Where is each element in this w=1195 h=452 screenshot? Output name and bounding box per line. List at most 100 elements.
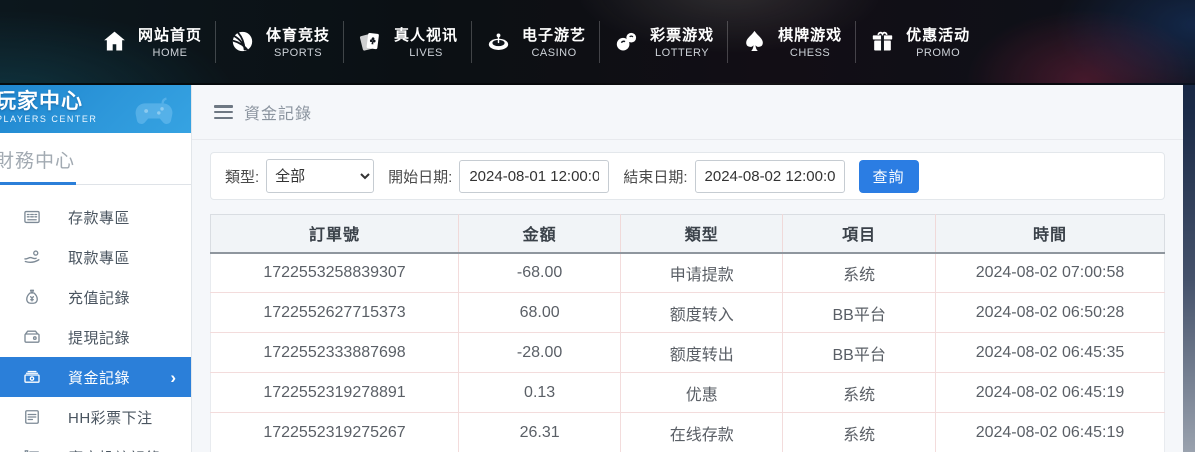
sidebar-item-label: 資金記錄	[68, 367, 130, 388]
table-cell: 优惠	[621, 373, 783, 413]
nav-item-text: 体育竞技SPORTS	[266, 24, 330, 59]
table-cell: 2024-08-02 06:45:19	[936, 373, 1165, 413]
gift-icon	[869, 28, 896, 55]
end-date-input[interactable]	[695, 160, 845, 193]
table-cell: 26.31	[459, 413, 621, 452]
table-cell: 1722552319275267	[211, 413, 459, 452]
chevron-right-icon: ›	[170, 369, 176, 386]
sidebar: 玩家中心 PLAYERS CENTER 財務中心 存款專區取款專區充值記錄提現記…	[0, 85, 192, 452]
column-header: 時間	[936, 215, 1165, 253]
sidebar-item-label: 存款專區	[68, 207, 130, 228]
nav-label-en: SPORTS	[266, 47, 330, 59]
nav-label-cn: 网站首页	[138, 24, 202, 45]
lottery-balls-icon	[613, 28, 640, 55]
withdraw-icon	[22, 247, 42, 267]
nav-item-sports[interactable]: 体育竞技SPORTS	[216, 24, 343, 59]
main-content: 資金記錄 類型: 全部 開始日期: 結束日期: 查詢 訂單號金額類型項目時間 1…	[192, 85, 1183, 452]
sidebar-item-cashout-record[interactable]: 提現記錄	[0, 317, 191, 357]
table-cell: 0.13	[459, 373, 621, 413]
column-header: 訂單號	[211, 215, 459, 253]
sidebar-item-recharge-record[interactable]: 充值記錄	[0, 277, 191, 317]
nav-label-en: CASINO	[522, 47, 586, 59]
table-cell: 在线存款	[621, 413, 783, 452]
column-header: 金額	[459, 215, 621, 253]
sidebar-item-label: 提現記錄	[68, 327, 130, 348]
nav-item-text: 彩票游戏 LOTTERY	[650, 24, 714, 59]
nav-label-cn: 电子游艺	[522, 24, 586, 45]
table-row: 1722553258839307-68.00申请提款系统2024-08-02 0…	[211, 253, 1165, 293]
menu-toggle-icon[interactable]	[214, 105, 233, 119]
nav-item-text: 棋牌游戏CHESS	[778, 24, 842, 59]
nav-item-text: 优惠活动 PROMO	[906, 24, 970, 59]
sidebar-item-deposit[interactable]: 存款專區	[0, 197, 191, 237]
sidebar-item-lottery-bet[interactable]: HH彩票下注	[0, 397, 191, 437]
nav-item-lives[interactable]: 真人视讯 LIVES	[344, 24, 471, 59]
nav-item-promo[interactable]: 优惠活动 PROMO	[856, 24, 983, 59]
start-date-label: 開始日期:	[388, 166, 452, 187]
sidebar-menu: 存款專區取款專區充值記錄提現記錄資金記錄 › HH彩票下注廳室投註記錄	[0, 197, 191, 452]
nav-label-cn: 真人视讯	[394, 24, 458, 45]
funds-record-table: 訂單號金額類型項目時間 1722553258839307-68.00申请提款系统…	[210, 214, 1165, 452]
nav-label-cn: 优惠活动	[906, 24, 970, 45]
column-header: 項目	[783, 215, 936, 253]
sidebar-item-label: HH彩票下注	[68, 407, 153, 428]
table-cell: 68.00	[459, 293, 621, 333]
table-cell: 1722553258839307	[211, 253, 459, 293]
table-cell: -28.00	[459, 333, 621, 373]
start-date-input[interactable]	[459, 160, 609, 193]
table-cell: 申请提款	[621, 253, 783, 293]
home-icon	[101, 28, 128, 55]
gamepad-icon	[131, 88, 177, 130]
table-cell: 1722552333887698	[211, 333, 459, 373]
nav-item-text: 网站首页 HOME	[138, 24, 202, 59]
nav-label-cn: 彩票游戏	[650, 24, 714, 45]
nav-label-en: HOME	[138, 47, 202, 59]
sidebar-item-label: 取款專區	[68, 247, 130, 268]
column-header: 類型	[621, 215, 783, 253]
page-body: 玩家中心 PLAYERS CENTER 財務中心 存款專區取款專區充值記錄提現記…	[0, 85, 1195, 452]
cashout-record-icon	[22, 327, 42, 347]
nav-label-en: PROMO	[906, 47, 970, 59]
table-cell: BB平台	[783, 293, 936, 333]
table-cell: 系统	[783, 373, 936, 413]
recharge-record-icon	[22, 287, 42, 307]
nav-item-text: 电子游艺 CASINO	[522, 24, 586, 59]
table-cell: BB平台	[783, 333, 936, 373]
table-cell: 系统	[783, 413, 936, 452]
sidebar-item-label: 廳室投註記錄	[68, 447, 161, 452]
table-cell: 2024-08-02 06:45:35	[936, 333, 1165, 373]
roulette-icon	[485, 28, 512, 55]
page-title: 資金記錄	[244, 100, 312, 124]
table-cell: 额度转出	[621, 333, 783, 373]
nav-item-chess[interactable]: 棋牌游戏CHESS	[728, 24, 855, 59]
table-row: 17225523192788910.13优惠系统2024-08-02 06:45…	[211, 373, 1165, 413]
table-row: 1722552333887698-28.00额度转出BB平台2024-08-02…	[211, 333, 1165, 373]
funds-record-icon	[22, 367, 42, 387]
sidebar-item-room-bet[interactable]: 廳室投註記錄	[0, 437, 191, 452]
players-center-header: 玩家中心 PLAYERS CENTER	[0, 85, 191, 133]
nav-label-en: LOTTERY	[650, 47, 714, 59]
room-bet-icon	[22, 447, 42, 452]
table-cell: 2024-08-02 06:50:28	[936, 293, 1165, 333]
nav-label-en: LIVES	[394, 47, 458, 59]
table-cell: 2024-08-02 06:45:19	[936, 413, 1165, 452]
finance-section-title: 財務中心	[0, 133, 191, 182]
section-divider	[0, 182, 191, 185]
type-label: 類型:	[225, 166, 259, 187]
nav-item-text: 真人视讯 LIVES	[394, 24, 458, 59]
sidebar-item-label: 充值記錄	[68, 287, 130, 308]
search-button[interactable]: 查詢	[859, 160, 919, 193]
nav-item-lottery[interactable]: 彩票游戏 LOTTERY	[600, 24, 727, 59]
table-cell: 系统	[783, 253, 936, 293]
filter-panel: 類型: 全部 開始日期: 結束日期: 查詢	[210, 152, 1165, 200]
nav-item-casino[interactable]: 电子游艺 CASINO	[472, 24, 599, 59]
top-navigation: 网站首页 HOME 体育竞技SPORTS 真人视讯 LIVES 电子游艺 CASINO 彩票游…	[0, 0, 1195, 85]
table-row: 172255231927526726.31在线存款系统2024-08-02 06…	[211, 413, 1165, 452]
nav-item-home[interactable]: 网站首页 HOME	[88, 24, 215, 59]
type-select[interactable]: 全部	[266, 159, 374, 193]
deposit-icon	[22, 207, 42, 227]
sidebar-item-funds-record[interactable]: 資金記錄 ›	[0, 357, 191, 397]
sidebar-item-withdraw[interactable]: 取款專區	[0, 237, 191, 277]
table-cell: 1722552627715373	[211, 293, 459, 333]
nav-label-en: CHESS	[778, 47, 842, 59]
